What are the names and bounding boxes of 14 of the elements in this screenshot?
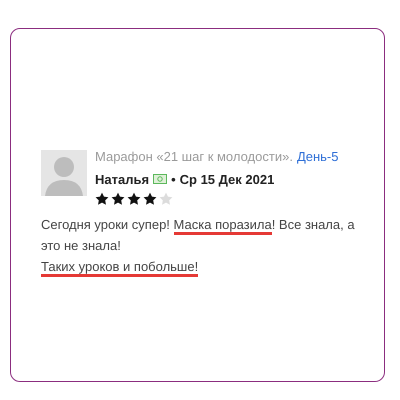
author-name: Наталья	[95, 170, 150, 188]
avatar-icon	[41, 150, 87, 196]
review-text: Таких уроков и побольше!	[41, 256, 376, 277]
star-icon	[127, 192, 141, 206]
star-icon	[159, 192, 173, 206]
review-date: Ср 15 Дек 2021	[180, 170, 274, 189]
star-icon	[111, 192, 125, 206]
banknote-icon	[153, 174, 168, 184]
star-icon	[143, 192, 157, 206]
review-text: Сегодня уроки супер! Маска поразила! Все знала, а это не знала!	[41, 216, 356, 255]
day-link[interactable]: День-5	[296, 147, 338, 166]
source-text: Марафон «21 шаг к молодости».	[95, 148, 293, 166]
separator-dot: •	[171, 170, 176, 188]
star-icon	[95, 192, 109, 206]
